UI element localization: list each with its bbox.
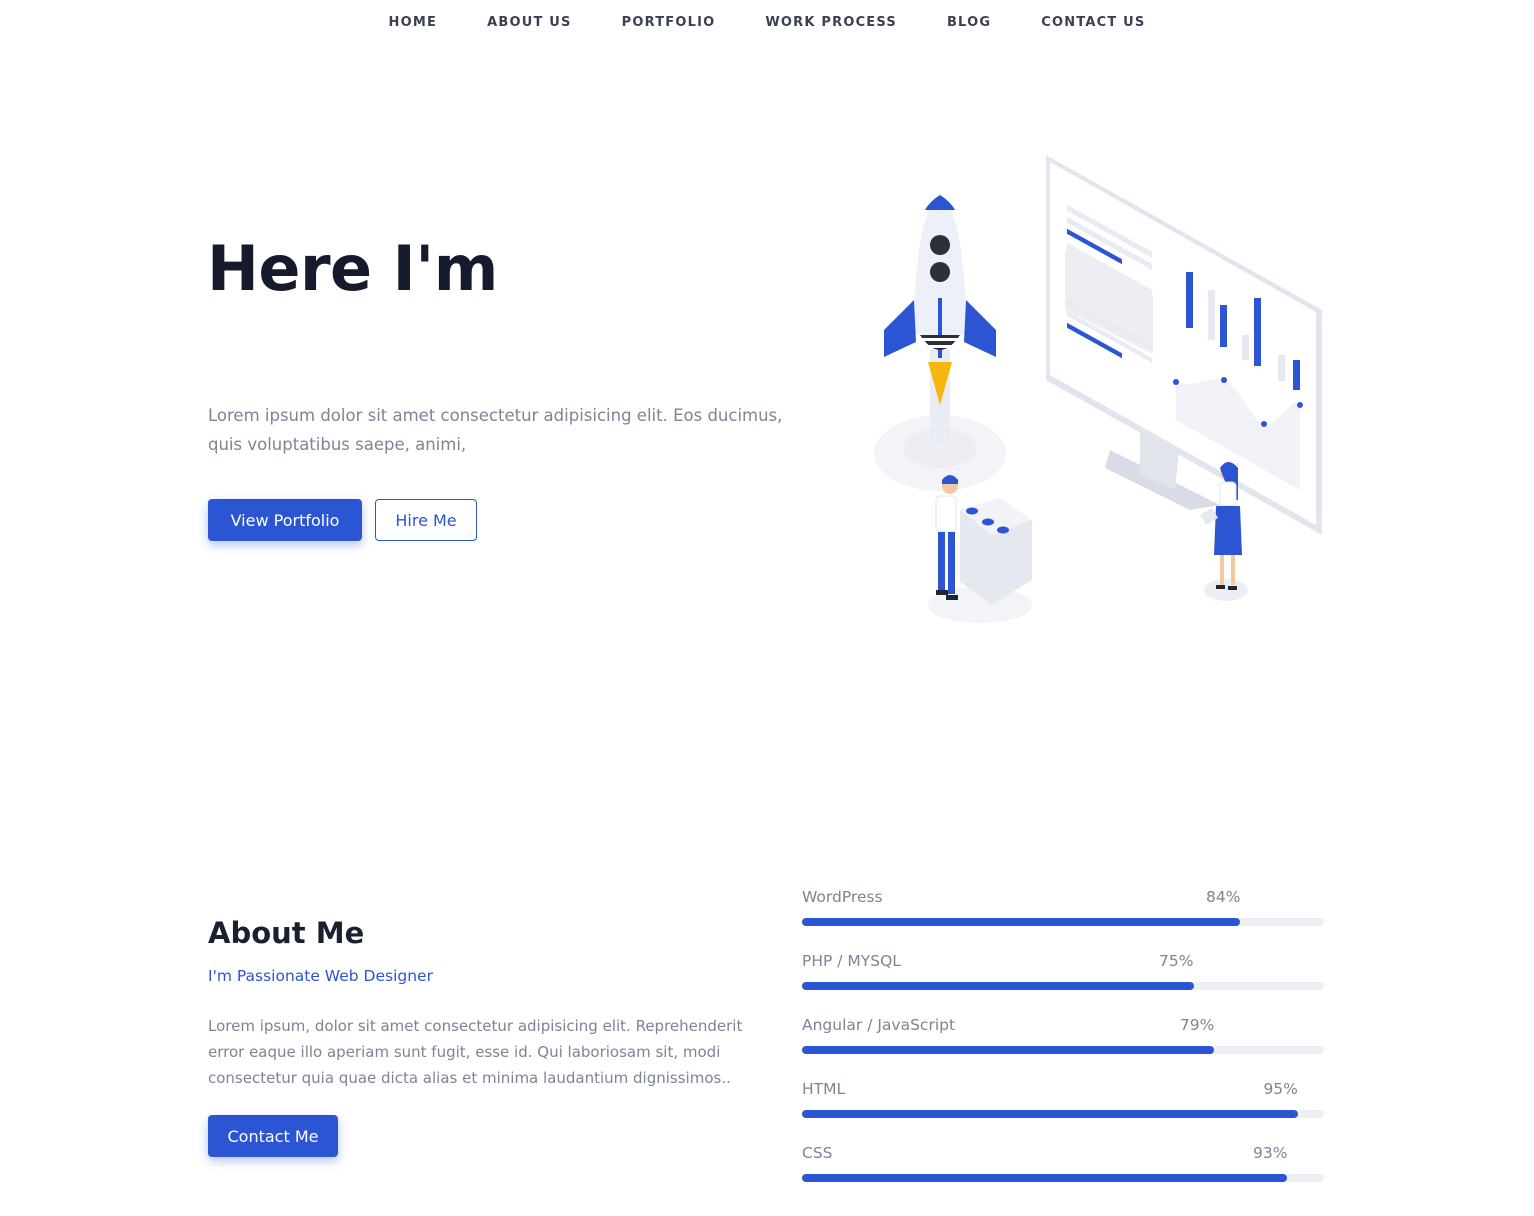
view-portfolio-button[interactable]: View Portfolio xyxy=(208,499,362,541)
skill-item-angular-javascript: Angular / JavaScript 79% xyxy=(802,1014,1324,1078)
skill-name: WordPress xyxy=(802,888,883,906)
contact-me-button[interactable]: Contact Me xyxy=(208,1115,338,1157)
about-subtitle: I'm Passionate Web Designer xyxy=(208,967,433,985)
monitor-chart-icon xyxy=(1046,155,1322,535)
skill-percent: 79% xyxy=(1179,1016,1215,1034)
skill-percent: 75% xyxy=(1159,952,1194,970)
nav-list: HOME ABOUT US PORTFOLIO WORK PROCESS BLO… xyxy=(364,15,1171,30)
about-title: About Me xyxy=(208,916,365,950)
skill-progress-fill xyxy=(802,918,1241,926)
skill-name: PHP / MYSQL xyxy=(802,952,901,970)
skill-progress-track xyxy=(802,918,1324,926)
rocket-icon xyxy=(874,195,1006,491)
skill-progress-fill xyxy=(802,982,1194,990)
nav-item-blog[interactable]: BLOG xyxy=(922,15,1016,30)
skill-item-wordpress: WordPress 84% xyxy=(802,886,1324,950)
nav-item-portfolio[interactable]: PORTFOLIO xyxy=(597,15,741,30)
skill-name: CSS xyxy=(802,1144,833,1162)
skill-progress-track xyxy=(802,982,1324,990)
skill-name: Angular / JavaScript xyxy=(802,1016,956,1034)
skill-progress-fill xyxy=(802,1174,1288,1182)
hero-illustration xyxy=(874,155,1322,623)
nav-item-home[interactable]: HOME xyxy=(364,15,463,30)
skill-percent: 84% xyxy=(1206,888,1241,906)
about-description: Lorem ipsum, dolor sit amet consectetur … xyxy=(208,1017,743,1087)
skill-item-css: CSS 93% xyxy=(802,1142,1324,1206)
skill-progress-fill xyxy=(802,1046,1215,1054)
skills-list: WordPress 84% PHP / MYSQL 75% Angular / … xyxy=(802,886,1324,1206)
skill-progress-track xyxy=(802,1174,1324,1182)
hero-description: Lorem ipsum dolor sit amet consectetur a… xyxy=(208,406,783,454)
skill-percent: 93% xyxy=(1253,1144,1288,1162)
skill-progress-track xyxy=(802,1046,1324,1054)
skill-name: HTML xyxy=(802,1080,846,1098)
hero-title: Here I'm xyxy=(207,232,498,305)
nav-item-work-process[interactable]: WORK PROCESS xyxy=(740,15,922,30)
skill-progress-track xyxy=(802,1110,1324,1118)
skill-progress-fill xyxy=(802,1110,1298,1118)
nav-item-about-us[interactable]: ABOUT US xyxy=(462,15,597,30)
nav-item-contact-us[interactable]: CONTACT US xyxy=(1016,15,1170,30)
top-navigation: HOME ABOUT US PORTFOLIO WORK PROCESS BLO… xyxy=(0,0,1534,44)
skill-item-php-mysql: PHP / MYSQL 75% xyxy=(802,950,1324,1014)
skill-percent: 95% xyxy=(1263,1080,1298,1098)
person-icon xyxy=(928,475,1032,623)
skill-item-html: HTML 95% xyxy=(802,1078,1324,1142)
hire-me-button[interactable]: Hire Me xyxy=(375,499,477,541)
